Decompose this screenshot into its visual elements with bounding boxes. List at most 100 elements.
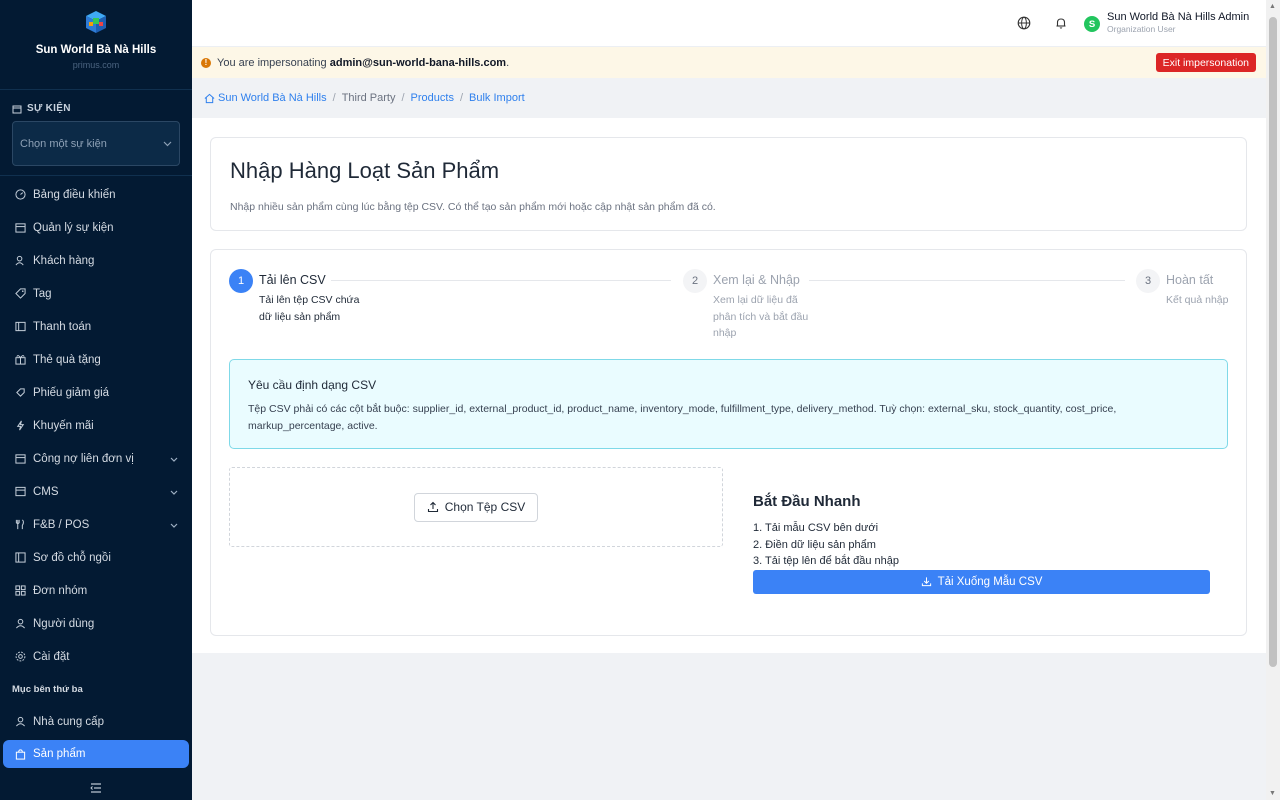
scroll-up-arrow-icon[interactable]: ▲ <box>1269 3 1276 10</box>
step-review: 2 Xem lại & Nhập Xem lại dữ liệu đã phân… <box>683 269 808 342</box>
breadcrumb-separator: / <box>332 92 336 104</box>
chevron-down-icon <box>170 487 178 497</box>
chevron-down-icon <box>170 520 178 530</box>
step-description: Kết quả nhập <box>1166 292 1228 309</box>
sidebar-item-label: Khách hàng <box>33 254 95 267</box>
scrollbar-thumb[interactable] <box>1269 17 1277 667</box>
user-name: Sun World Bà Nà Hills Admin <box>1107 11 1250 23</box>
brand-subtitle: primus.com <box>72 60 120 70</box>
breadcrumb: Sun World Bà Nà Hills / Third Party / Pr… <box>192 78 1266 118</box>
csv-format-info: Yêu cầu định dạng CSV Tệp CSV phải có cá… <box>229 359 1228 449</box>
step-description-line: phân tích và bắt đầu <box>713 310 809 323</box>
user-role: Organization User <box>1107 24 1176 34</box>
product-icon <box>14 748 26 760</box>
home-icon <box>204 93 215 104</box>
sidebar-item-customers[interactable]: Khách hàng <box>0 244 192 277</box>
dashboard-icon <box>14 189 26 201</box>
sidebar-item-cms[interactable]: CMS <box>0 475 192 508</box>
quick-start-list: 1. Tải mẫu CSV bên dưới 2. Điền dữ liệu … <box>753 520 1210 570</box>
quick-start: Bắt Đầu Nhanh 1. Tải mẫu CSV bên dưới 2.… <box>753 493 1210 594</box>
event-select[interactable]: Chọn một sự kiện <box>12 121 180 166</box>
sidebar-item-settings[interactable]: Cài đặt <box>0 640 192 673</box>
coupon-icon <box>14 387 26 399</box>
sidebar-item-label: Công nợ liên đơn vị <box>33 452 134 465</box>
sidebar-item-label: Phiếu giảm giá <box>33 386 110 399</box>
brand: Sun World Bà Nà Hills primus.com <box>0 0 192 90</box>
globe-icon[interactable] <box>1017 16 1031 30</box>
fnb-icon <box>14 519 26 531</box>
sidebar-item-coupons[interactable]: Phiếu giảm giá <box>0 376 192 409</box>
sidebar-nav: Bảng điều khiển Quản lý sự kiện Khách hà… <box>0 178 192 768</box>
import-card: 1 Tải lên CSV Tải lên tệp CSV chứa dữ li… <box>210 249 1247 636</box>
step-description-line: Kết quả nhập <box>1166 294 1229 306</box>
quick-start-step: 2. Điền dữ liệu sản phẩm <box>753 538 876 551</box>
sidebar-item-suppliers[interactable]: Nhà cung cấp <box>0 705 192 738</box>
user-menu[interactable]: S Sun World Bà Nà Hills Admin Organizati… <box>1084 10 1249 34</box>
step-description: Tải lên tệp CSV chứa dữ liệu sản phẩm <box>259 292 359 325</box>
sidebar-item-users[interactable]: Người dùng <box>0 607 192 640</box>
upload-dropzone[interactable]: Chọn Tệp CSV <box>229 467 723 547</box>
sidebar-item-promotions[interactable]: Khuyến mãi <box>0 409 192 442</box>
seat-map-icon <box>14 552 26 564</box>
event-section-heading: SỰ KIỆN <box>0 90 192 114</box>
step-description-line: Xem lại dữ liệu đã <box>713 294 798 306</box>
sidebar: Sun World Bà Nà Hills primus.com SỰ KIỆN… <box>0 0 192 800</box>
banner-prefix: You are impersonating <box>217 56 327 69</box>
step-description-line: dữ liệu sản phẩm <box>259 310 341 323</box>
supplier-icon <box>14 716 26 728</box>
breadcrumb-separator: / <box>459 92 464 104</box>
warning-icon: ! <box>201 57 211 68</box>
step-complete: 3 Hoàn tất Kết quả nhập <box>1136 269 1228 309</box>
sidebar-item-tag[interactable]: Tag <box>0 277 192 310</box>
breadcrumb-bulk-import[interactable]: Bulk Import <box>469 92 525 104</box>
sidebar-item-label: Tag <box>33 287 52 300</box>
breadcrumb-products[interactable]: Products <box>411 92 454 104</box>
impersonated-email: admin@sun-world-bana-hills.com <box>329 56 507 69</box>
upload-icon <box>427 501 438 513</box>
promo-icon <box>14 420 26 432</box>
sidebar-item-label: CMS <box>33 485 59 498</box>
chevron-down-icon <box>163 141 172 146</box>
quick-start-step: 1. Tải mẫu CSV bên dưới <box>753 522 879 534</box>
sidebar-item-dashboard[interactable]: Bảng điều khiển <box>0 178 192 211</box>
sidebar-item-group-orders[interactable]: Đơn nhóm <box>0 574 192 607</box>
cms-icon <box>14 486 26 498</box>
sidebar-item-gift-cards[interactable]: Thẻ quà tặng <box>0 343 192 376</box>
download-template-button[interactable]: Tải Xuống Mẫu CSV <box>753 569 1210 594</box>
quick-start-title: Bắt Đầu Nhanh <box>753 493 861 510</box>
bell-icon[interactable] <box>1054 16 1068 30</box>
sidebar-item-label: Khuyến mãi <box>33 419 94 432</box>
sidebar-item-seat-map[interactable]: Sơ đồ chỗ ngồi <box>0 541 192 574</box>
brand-name: Sun World Bà Nà Hills <box>35 44 157 56</box>
page-header-card: Nhập Hàng Loạt Sản Phẩm Nhập nhiều sản p… <box>210 137 1247 231</box>
debt-icon <box>14 453 26 465</box>
sidebar-collapse-button[interactable] <box>0 776 192 800</box>
step-number: 1 <box>229 269 253 293</box>
avatar: S <box>1084 16 1100 32</box>
main-content: Nhập Hàng Loạt Sản Phẩm Nhập nhiều sản p… <box>192 118 1266 653</box>
breadcrumb-separator: / <box>401 92 405 104</box>
exit-impersonation-button[interactable]: Exit impersonation <box>1155 53 1256 72</box>
download-icon <box>921 577 931 587</box>
impersonation-banner: ! You are impersonating admin@sun-world-… <box>192 47 1266 78</box>
choose-csv-button[interactable]: Chọn Tệp CSV <box>413 492 539 522</box>
menu-fold-icon <box>90 783 101 793</box>
payment-icon <box>14 321 26 333</box>
top-header: S Sun World Bà Nà Hills Admin Organizati… <box>192 0 1266 47</box>
settings-icon <box>14 651 26 663</box>
user-icon <box>14 618 26 630</box>
step-description: Xem lại dữ liệu đã phân tích và bắt đầu … <box>713 292 808 342</box>
csv-info-title: Yêu cầu định dạng CSV <box>248 378 377 392</box>
sidebar-item-fnb-pos[interactable]: F&B / POS <box>0 508 192 541</box>
scroll-down-arrow-icon[interactable]: ▼ <box>1269 790 1276 797</box>
sidebar-item-payments[interactable]: Thanh toán <box>0 310 192 343</box>
sidebar-item-products[interactable]: Sản phẩm <box>3 740 189 768</box>
sidebar-item-inter-unit-debt[interactable]: Công nợ liên đơn vị <box>0 442 192 475</box>
sidebar-item-label: Nhà cung cấp <box>33 715 104 728</box>
step-description-line: Tải lên tệp CSV chứa <box>259 294 360 306</box>
sidebar-item-events[interactable]: Quản lý sự kiện <box>0 211 192 244</box>
tag-icon <box>14 288 26 300</box>
breadcrumb-home[interactable]: Sun World Bà Nà Hills <box>218 92 327 104</box>
logo-icon <box>86 11 106 33</box>
page-scrollbar[interactable]: ▲ ▼ <box>1266 0 1280 800</box>
